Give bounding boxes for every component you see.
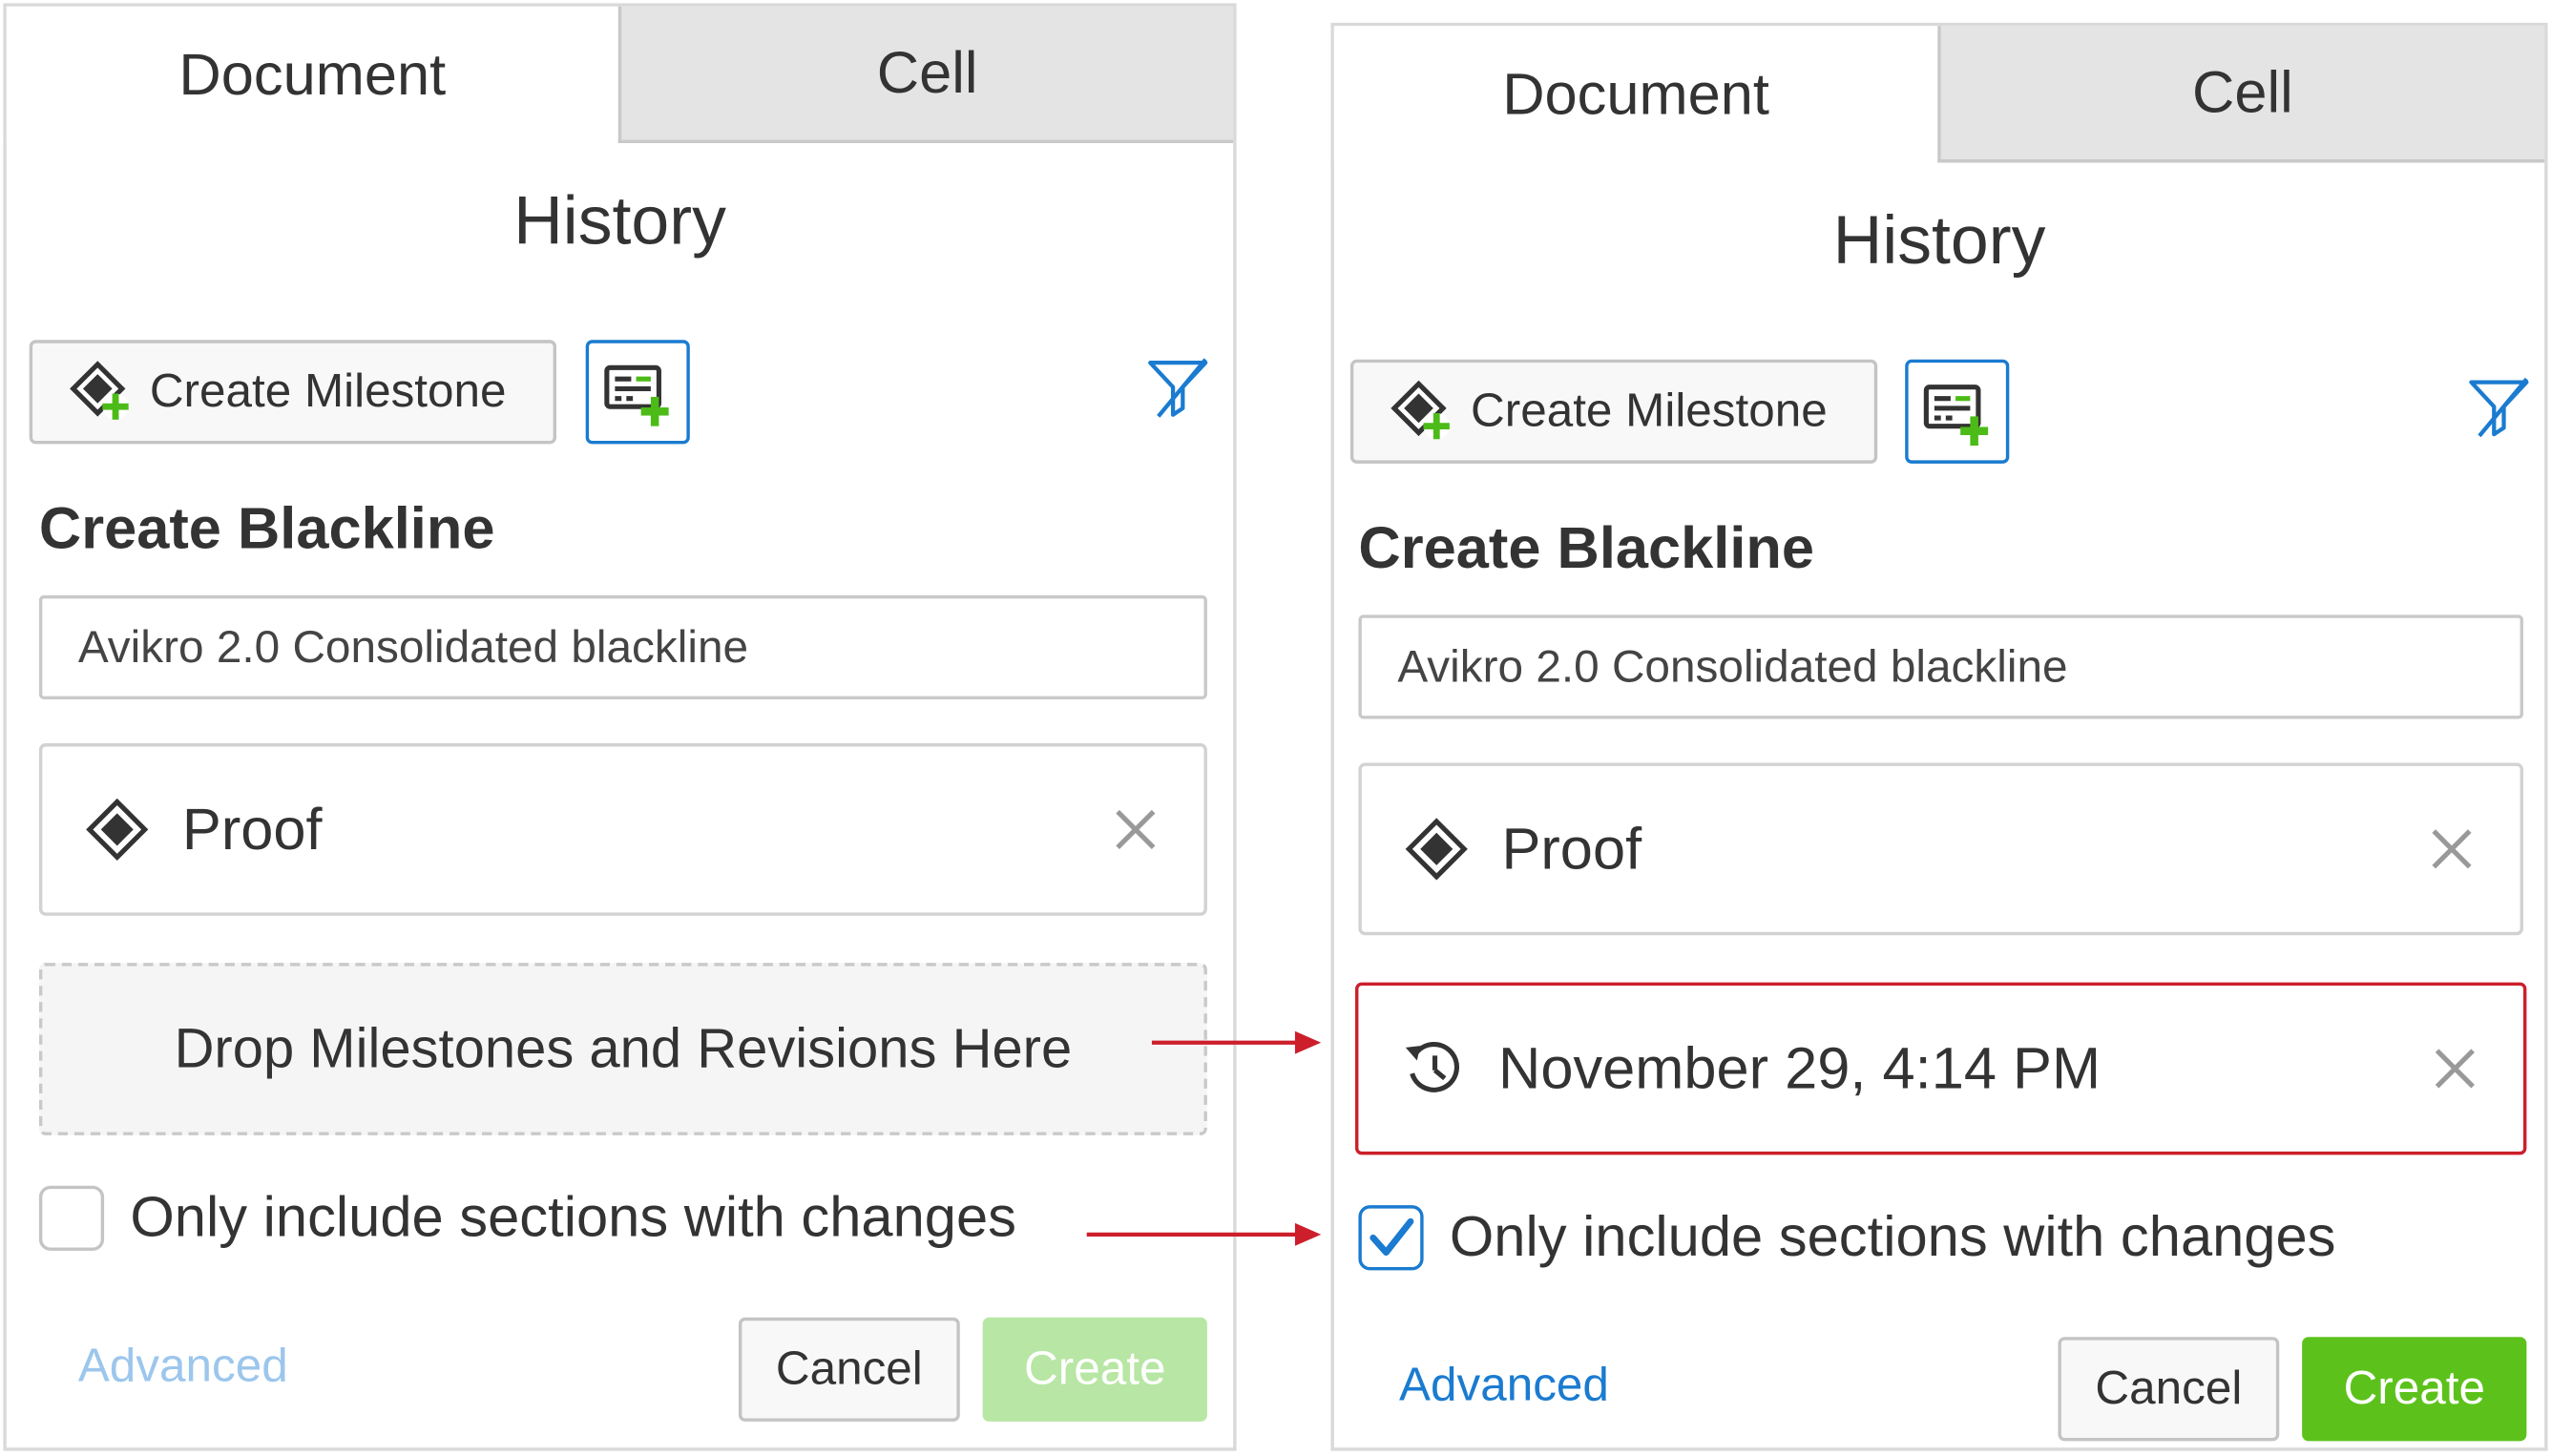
blackline-name-input[interactable] [1358, 614, 2523, 719]
milestone-icon [86, 798, 149, 861]
section-title: Create Blackline [1358, 513, 1815, 581]
comparison-stage: Document Cell History Create Milestone C… [0, 0, 2551, 1456]
filter-button[interactable] [2466, 374, 2531, 447]
section-title: Create Blackline [38, 494, 495, 562]
blackline-add-icon [604, 364, 669, 426]
create-button-disabled[interactable]: Create [982, 1317, 1207, 1422]
remove-milestone-button[interactable] [1110, 803, 1162, 863]
milestone-slot: Proof [1358, 762, 2523, 936]
create-button[interactable]: Create [2302, 1337, 2527, 1442]
only-changes-label: Only include sections with changes [130, 1185, 1017, 1250]
create-milestone-label: Create Milestone [149, 364, 507, 418]
milestone-slot: Proof [38, 743, 1207, 916]
cancel-button[interactable]: Cancel [738, 1317, 960, 1422]
milestone-slot-label: Proof [181, 795, 323, 863]
close-icon [1116, 809, 1156, 849]
annotation-arrow-dropzone [1151, 1030, 1322, 1054]
checkmark-icon [1370, 1217, 1414, 1257]
filter-icon [2469, 377, 2529, 438]
close-icon [2435, 1049, 2475, 1089]
drop-zone[interactable]: Drop Milestones and Revisions Here [38, 963, 1207, 1135]
blackline-name-input[interactable] [38, 594, 1207, 700]
remove-revision-button[interactable] [2429, 1043, 2481, 1103]
advanced-link[interactable]: Advanced [1399, 1360, 1609, 1413]
history-panel-before: Document Cell History Create Milestone C… [3, 3, 1237, 1451]
history-panel-after: Document Cell History Create Milestone C… [1330, 22, 2548, 1451]
only-changes-row: Only include sections with changes [38, 1185, 1017, 1251]
filter-icon [1148, 358, 1208, 418]
revision-slot-label: November 29, 4:14 PM [1498, 1034, 2101, 1102]
create-blackline-button[interactable] [585, 340, 690, 445]
only-changes-label: Only include sections with changes [1449, 1205, 2336, 1269]
cancel-button[interactable]: Cancel [2058, 1337, 2280, 1442]
panel-tabs: Document Cell [1333, 26, 2545, 163]
blackline-add-icon [1923, 385, 1989, 447]
tab-cell[interactable]: Cell [1937, 26, 2545, 163]
only-changes-checkbox[interactable] [1358, 1205, 1424, 1271]
revision-slot: November 29, 4:14 PM [1355, 982, 2527, 1155]
annotation-arrow-checkbox [1086, 1222, 1322, 1246]
panel-tabs: Document Cell [6, 6, 1234, 144]
create-blackline-button[interactable] [1905, 359, 2010, 464]
only-changes-checkbox[interactable] [38, 1185, 105, 1251]
milestone-slot-label: Proof [1501, 815, 1642, 882]
panel-title: History [1832, 201, 2046, 279]
close-icon [2432, 829, 2472, 869]
tab-document[interactable]: Document [6, 6, 618, 144]
advanced-link[interactable]: Advanced [78, 1341, 288, 1394]
revision-history-icon [1405, 1042, 1460, 1092]
tab-cell[interactable]: Cell [617, 6, 1234, 144]
create-milestone-label: Create Milestone [1471, 385, 1828, 437]
create-milestone-button[interactable]: Create Milestone [1349, 359, 1878, 464]
panel-title: History [513, 181, 726, 260]
create-milestone-button[interactable]: Create Milestone [29, 340, 557, 445]
filter-button[interactable] [1145, 355, 1210, 428]
tab-document[interactable]: Document [1333, 26, 1938, 163]
only-changes-row: Only include sections with changes [1358, 1205, 2336, 1271]
milestone-add-icon [1391, 380, 1450, 440]
milestone-add-icon [70, 361, 129, 420]
milestone-icon [1405, 818, 1468, 881]
remove-milestone-button[interactable] [2426, 823, 2478, 884]
